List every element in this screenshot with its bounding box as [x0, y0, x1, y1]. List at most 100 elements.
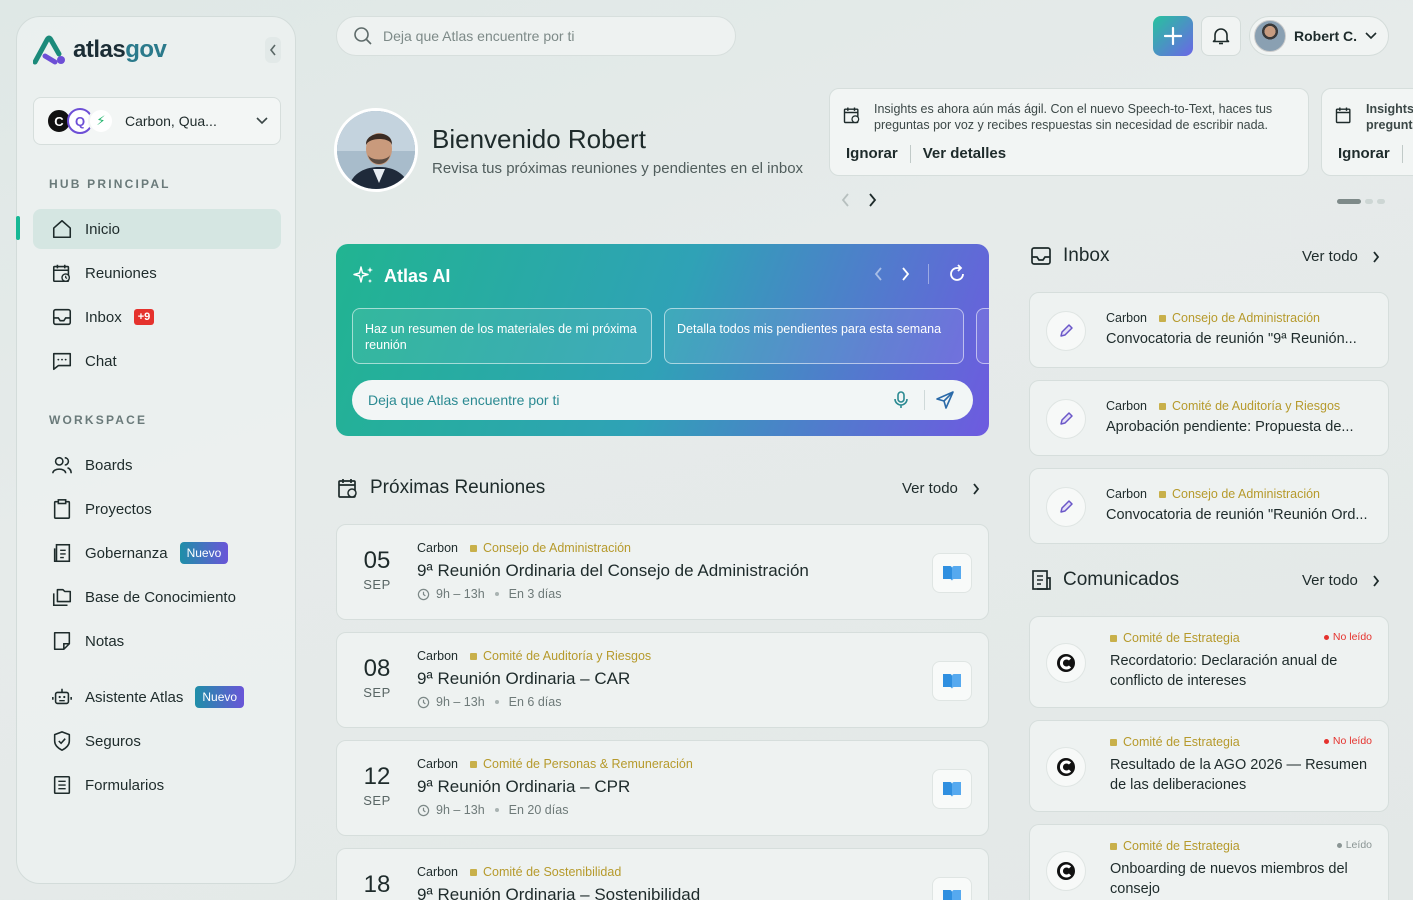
edit-pencil-icon	[1060, 324, 1073, 337]
ai-suggestion-chip-partial[interactable]	[976, 308, 989, 364]
governance-icon	[53, 543, 71, 563]
document-list-icon	[1032, 570, 1051, 590]
meeting-day: 05	[363, 547, 391, 574]
chevron-left-icon[interactable]	[840, 192, 850, 208]
page-title: Bienvenido Robert	[432, 124, 646, 154]
committee-color-marker	[1159, 490, 1166, 498]
announcement-text: Insights	[1366, 102, 1413, 116]
calendar-clock-icon	[338, 479, 357, 498]
edit-pencil-icon	[1060, 412, 1073, 425]
calendar-icon	[52, 264, 71, 283]
meeting-card[interactable]: 05 SEP Carbon Consejo de Administración …	[336, 524, 989, 620]
refresh-icon[interactable]	[947, 264, 967, 284]
sidebar-item-boards[interactable]: Boards	[33, 445, 281, 485]
global-search[interactable]	[336, 16, 736, 56]
inbox-count-badge: +9	[133, 309, 155, 325]
microphone-icon[interactable]	[892, 391, 910, 409]
sidebar-item-gobernanza[interactable]: Gobernanza Nuevo	[33, 533, 281, 573]
inbox-org: Carbon	[1106, 487, 1147, 501]
ignore-button[interactable]: Ignorar	[846, 145, 898, 163]
sidebar-item-base-conocimiento[interactable]: Base de Conocimiento	[33, 577, 281, 617]
sidebar-item-asistente-atlas[interactable]: Asistente Atlas Nuevo	[33, 677, 281, 717]
ai-prompt-input[interactable]	[368, 392, 892, 408]
details-button[interactable]: Ver detalles	[923, 145, 1006, 163]
brand-logo[interactable]: atlasgov	[33, 33, 167, 67]
carousel-dot[interactable]	[1365, 199, 1373, 204]
ai-prompt-field[interactable]	[352, 380, 973, 420]
user-name: Robert C.	[1294, 28, 1357, 44]
comunicados-see-all-link[interactable]: Ver todo	[1302, 572, 1380, 589]
sidebar-item-chat[interactable]: Chat	[33, 341, 281, 381]
user-menu[interactable]: Robert C.	[1249, 16, 1389, 56]
inbox-item[interactable]: Carbon Comité de Auditoría y Riesgos Apr…	[1029, 380, 1389, 456]
announcement-item[interactable]: Comité de Estrategia Recordatorio: Decla…	[1029, 616, 1389, 708]
search-input[interactable]	[383, 28, 713, 44]
chevron-right-icon[interactable]	[901, 267, 910, 281]
meeting-day: 18	[363, 871, 391, 898]
sidebar-item-reuniones[interactable]: Reuniones	[33, 253, 281, 293]
org-selector[interactable]: C Q ⚡ Carbon, Qua...	[33, 97, 281, 145]
status-dot	[1336, 842, 1342, 848]
create-button[interactable]	[1153, 16, 1193, 56]
inbox-see-all-link[interactable]: Ver todo	[1302, 248, 1380, 265]
sidebar-item-formularios[interactable]: Formularios	[33, 765, 281, 805]
inbox-item-title: Aprobación pendiente: Propuesta de...	[1106, 419, 1354, 435]
meeting-card[interactable]: 18 Carbon Comité de Sostenibilidad 9ª Re…	[336, 848, 989, 900]
meeting-committee: Comité de Sostenibilidad	[483, 865, 622, 879]
status-badge: No leído	[1323, 631, 1372, 643]
inbox-committee: Consejo de Administración	[1172, 487, 1320, 501]
sidebar-item-inbox[interactable]: Inbox +9	[33, 297, 281, 337]
chevron-left-icon	[269, 44, 276, 56]
atlas-ai-panel: Atlas AI Haz un resumen de los materiale…	[336, 244, 989, 436]
bell-icon	[1212, 28, 1230, 45]
announcement-item[interactable]: Comité de Estrategia Onboarding de nuevo…	[1029, 824, 1389, 900]
send-icon[interactable]	[935, 390, 955, 410]
chevron-right-icon[interactable]	[868, 192, 878, 208]
sidebar-item-notas[interactable]: Notas	[33, 621, 281, 661]
carbon-logo-icon	[1057, 758, 1075, 776]
inbox-item[interactable]: Carbon Consejo de Administración Convoca…	[1029, 468, 1389, 544]
meeting-month: SEP	[363, 793, 391, 808]
open-materials-button[interactable]	[932, 661, 972, 701]
open-materials-button[interactable]	[932, 769, 972, 809]
sidebar-item-seguros[interactable]: Seguros	[33, 721, 281, 761]
announcement-item[interactable]: Comité de Estrategia Resultado de la AGO…	[1029, 720, 1389, 812]
status-text: Leído	[1345, 839, 1372, 851]
ignore-button[interactable]: Ignorar	[1338, 145, 1390, 163]
sidebar-item-label: Formularios	[85, 776, 165, 794]
meeting-when: En 20 días	[508, 803, 569, 817]
meeting-card[interactable]: 08 SEP Carbon Comité de Auditoría y Ries…	[336, 632, 989, 728]
announcement-carousel-nav	[840, 192, 878, 208]
sidebar-item-inicio[interactable]: Inicio	[33, 209, 281, 249]
see-all-label: Ver todo	[902, 480, 958, 497]
meetings-see-all-link[interactable]: Ver todo	[902, 480, 980, 497]
committee-color-marker	[470, 544, 477, 552]
ai-suggestion-chip[interactable]: Detalla todos mis pendientes para esta s…	[664, 308, 964, 364]
inbox-section-header: Inbox	[1029, 244, 1109, 268]
meeting-card[interactable]: 12 SEP Carbon Comité de Personas & Remun…	[336, 740, 989, 836]
chevron-left-icon[interactable]	[874, 267, 883, 281]
comunicados-section-header: Comunicados	[1029, 568, 1179, 592]
sidebar-item-proyectos[interactable]: Proyectos	[33, 489, 281, 529]
notifications-button[interactable]	[1201, 16, 1241, 56]
inbox-item[interactable]: Carbon Consejo de Administración Convoca…	[1029, 292, 1389, 368]
sparkles-icon	[353, 266, 373, 283]
carousel-dot[interactable]	[1337, 199, 1361, 204]
collapse-sidebar-button[interactable]	[265, 37, 281, 63]
new-badge: Nuevo	[195, 686, 245, 708]
chevron-right-icon	[973, 482, 980, 495]
open-materials-button[interactable]	[932, 553, 972, 593]
sidebar-item-label: Seguros	[85, 732, 141, 750]
ai-suggestion-chip[interactable]: Haz un resumen de los materiales de mi p…	[352, 308, 652, 364]
form-icon	[53, 775, 71, 795]
meetings-section-header: Próximas Reuniones	[336, 476, 545, 500]
meeting-title: 9ª Reunión Ordinaria – CAR	[417, 669, 631, 688]
chevron-down-icon	[256, 117, 268, 125]
open-materials-button[interactable]	[932, 877, 972, 900]
profile-photo	[337, 111, 415, 189]
comunicados-title: Comunicados	[1063, 569, 1180, 590]
carbon-logo-icon	[1057, 862, 1075, 880]
carousel-dot[interactable]	[1377, 199, 1385, 204]
announcement-text: Insights es ahora aún más ágil. Con el n…	[874, 102, 1273, 132]
sidebar-item-label: Reuniones	[85, 264, 157, 282]
